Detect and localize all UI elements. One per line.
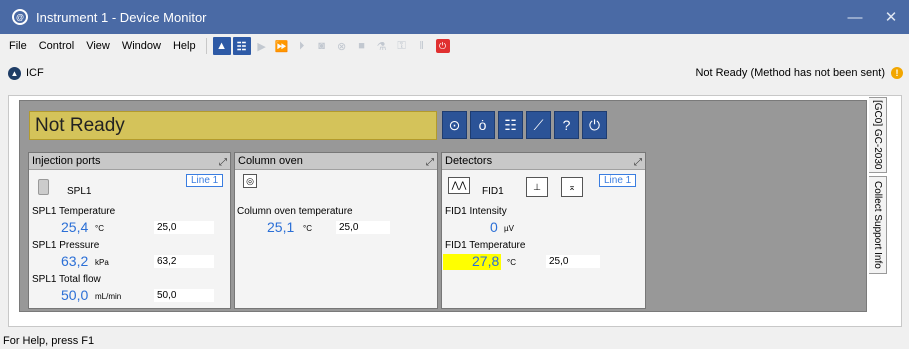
row-label: SPL1 Temperature [32, 206, 116, 217]
camera-icon[interactable]: ◙ [313, 37, 331, 55]
tab-gc-2030[interactable]: [GC0] GC-2030 [869, 97, 887, 173]
cancel-icon[interactable]: ⊗ [333, 37, 351, 55]
row-unit: mL/min [95, 292, 122, 301]
menu-help[interactable]: Help [167, 40, 202, 52]
device-name: FID1 [482, 186, 504, 197]
help-icon[interactable]: ? [554, 111, 579, 139]
step-icon[interactable]: ⏵ [293, 37, 311, 55]
setpoint-value: 25,0 [335, 220, 391, 235]
row-value: 50,0 [61, 287, 89, 303]
setpoint-value: 50,0 [153, 288, 215, 303]
collapse-icon[interactable]: ▲ [8, 66, 21, 80]
row-label: Column oven temperature [237, 206, 353, 217]
sample-icon[interactable]: ȯ [470, 111, 495, 139]
row-unit: °C [507, 258, 516, 267]
row-value: 25,1 [267, 219, 295, 235]
warning-icon: ! [891, 67, 903, 79]
app-icon: @ [12, 9, 28, 25]
power-icon[interactable]: ⏻ [435, 39, 450, 53]
row-value: 63,2 [61, 253, 89, 269]
row-unit: kPa [95, 258, 109, 267]
pause-icon[interactable]: ‖ [413, 37, 431, 55]
menu-bar: File Control View Window Help ▲ ☷ ▶ ⏩ ⏵ … [0, 34, 909, 58]
flask-icon[interactable]: ⚗ [373, 37, 391, 55]
detectors-panel: Detectors ⤢ Line 1 ⋀⋀ FID1 ⊥ ⌅ FID1 Inte… [441, 152, 646, 309]
fast-forward-icon[interactable]: ⏩ [273, 37, 291, 55]
flowline-icon[interactable]: ⟋ [526, 111, 551, 139]
ignite-icon[interactable]: ⌅ [561, 177, 583, 197]
row-label: FID1 Temperature [445, 240, 526, 251]
device-status-bar: Not Ready [29, 111, 437, 140]
icf-status-text: Not Ready (Method has not been sent) [695, 67, 885, 79]
checklist-icon[interactable]: ☷ [498, 111, 523, 139]
device-button-row: ⊙ ȯ ☷ ⟋ ? ⏻ [442, 111, 610, 139]
toolbar-separator [205, 38, 207, 54]
panel-header: Detectors ⤢ [442, 153, 645, 170]
panel-header: Column oven ⤢ [235, 153, 437, 170]
line-tag: Line 1 [599, 174, 637, 187]
title-bar: @ Instrument 1 - Device Monitor — ✕ [0, 0, 909, 34]
device-name: SPL1 [67, 186, 92, 197]
row-label: SPL1 Total flow [32, 274, 101, 285]
row-unit: µV [504, 224, 514, 233]
row-value: 27,8 [472, 253, 500, 269]
window-title: Instrument 1 - Device Monitor [36, 9, 207, 25]
expand-icon[interactable]: ⤢ [426, 154, 434, 171]
chromatogram-icon: ⋀⋀ [448, 177, 470, 194]
setpoint-value: 25,0 [545, 254, 601, 269]
minimize-button[interactable]: — [837, 0, 873, 34]
menu-view[interactable]: View [80, 40, 116, 52]
injection-ports-panel: Injection ports ⤢ Line 1 SPL1 SPL1 Tempe… [28, 152, 231, 309]
panel-header: Injection ports ⤢ [29, 153, 230, 170]
expand-icon[interactable]: ⤢ [219, 154, 227, 171]
row-unit: °C [303, 224, 312, 233]
expand-icon[interactable]: ⤢ [634, 154, 642, 171]
stop-square-icon[interactable]: ■ [353, 37, 371, 55]
icf-bar: ▲ ICF Not Ready (Method has not been sen… [0, 58, 909, 88]
setpoint-value: 63,2 [153, 254, 215, 269]
panel-title: Column oven [238, 155, 303, 167]
row-label: FID1 Intensity [445, 206, 507, 217]
tab-collect-support-info[interactable]: Collect Support Info [869, 176, 887, 274]
network-icon[interactable]: ▲ [212, 37, 231, 55]
zero-adjust-icon[interactable]: ⊥ [526, 177, 548, 197]
menu-file[interactable]: File [0, 40, 33, 52]
row-value: 0 [490, 219, 498, 235]
target-icon[interactable]: ⊙ [442, 111, 467, 139]
play-icon[interactable]: ▶ [253, 37, 271, 55]
oven-icon: ◎ [243, 174, 257, 188]
key-icon[interactable]: ⚿ [393, 37, 411, 55]
panel-title: Injection ports [32, 155, 101, 167]
menu-window[interactable]: Window [116, 40, 167, 52]
icf-label: ICF [26, 67, 44, 79]
row-label: SPL1 Pressure [32, 240, 100, 251]
checklist-icon[interactable]: ☷ [232, 37, 251, 55]
panel-title: Detectors [445, 155, 493, 167]
help-status-bar: For Help, press F1 [3, 335, 95, 347]
close-button[interactable]: ✕ [873, 0, 909, 34]
row-value: 25,4 [61, 219, 89, 235]
column-oven-panel: Column oven ⤢ ◎ Column oven temperature … [234, 152, 438, 309]
line-tag: Line 1 [186, 174, 224, 187]
row-unit: °C [95, 224, 104, 233]
menu-control[interactable]: Control [33, 40, 80, 52]
power-icon[interactable]: ⏻ [582, 111, 607, 139]
setpoint-value: 25,0 [153, 220, 215, 235]
injector-icon [38, 179, 49, 195]
